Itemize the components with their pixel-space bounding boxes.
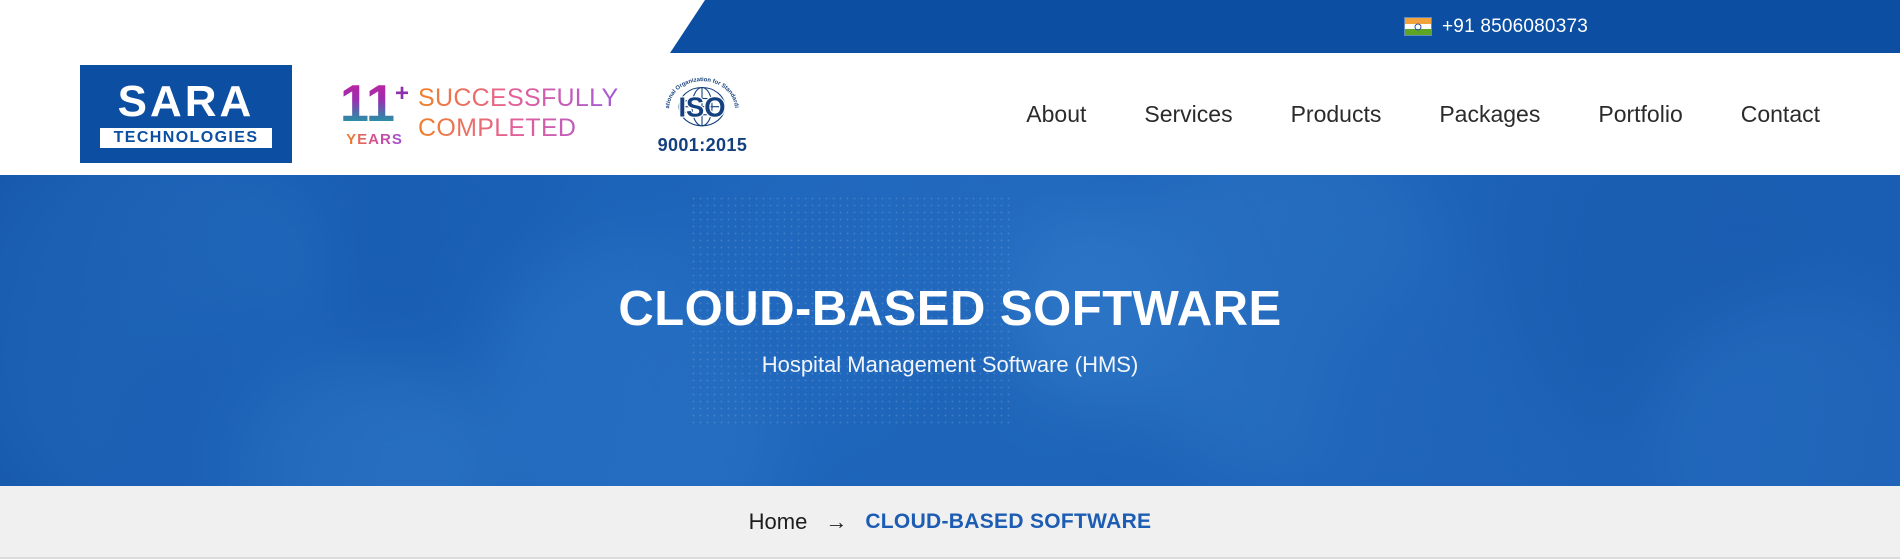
breadcrumb-current-page: CLOUD-BASED SOFTWARE bbox=[865, 509, 1152, 533]
hero-content: CLOUD-BASED SOFTWARE Hospital Management… bbox=[0, 175, 1900, 486]
years-number-block: 11 + YEARS bbox=[340, 74, 409, 149]
primary-navigation: About Services Products Packages Portfol… bbox=[1026, 95, 1900, 134]
page-title: CLOUD-BASED SOFTWARE bbox=[618, 281, 1282, 336]
nav-item-packages[interactable]: Packages bbox=[1439, 95, 1540, 134]
years-completed-badge: 11 + YEARS SUCCESSFULLY COMPLETED bbox=[340, 74, 618, 149]
top-contact-bar: +91 8506080373 bbox=[0, 0, 1900, 53]
breadcrumb-bar: Home → CLOUD-BASED SOFTWARE bbox=[0, 486, 1900, 559]
iso-certification-badge: International Organization for Standardi… bbox=[654, 72, 750, 156]
iso-seal-icon: International Organization for Standardi… bbox=[656, 72, 739, 127]
years-number: 11 bbox=[340, 74, 395, 133]
top-bar-content: +91 8506080373 bbox=[670, 0, 1900, 53]
nav-item-portfolio[interactable]: Portfolio bbox=[1598, 95, 1682, 134]
page-subtitle: Hospital Management Software (HMS) bbox=[761, 352, 1139, 378]
logo-wordmark: SARA bbox=[117, 77, 255, 127]
nav-item-contact[interactable]: Contact bbox=[1741, 95, 1820, 134]
phone-link[interactable]: +91 8506080373 bbox=[1404, 16, 1588, 38]
arrow-right-icon: → bbox=[825, 508, 848, 534]
logo-tagline: TECHNOLOGIES bbox=[113, 129, 259, 147]
nav-item-about[interactable]: About bbox=[1026, 95, 1086, 134]
phone-number: +91 8506080373 bbox=[1442, 15, 1588, 37]
breadcrumb-home-link[interactable]: Home bbox=[749, 509, 808, 535]
years-plus-sign: + bbox=[394, 79, 409, 107]
years-number-row: 11 + bbox=[340, 74, 409, 133]
brand-zone: SARA TECHNOLOGIES 11 + YEARS SUCCESSFULL… bbox=[0, 65, 750, 163]
breadcrumb: Home → CLOUD-BASED SOFTWARE bbox=[749, 509, 1152, 535]
iso-standard-year: 9001:2015 bbox=[657, 135, 748, 155]
nav-item-products[interactable]: Products bbox=[1291, 95, 1382, 134]
svg-text:ISO: ISO bbox=[679, 92, 726, 123]
logo-tagline-box: TECHNOLOGIES bbox=[100, 128, 272, 148]
site-header: SARA TECHNOLOGIES 11 + YEARS SUCCESSFULL… bbox=[0, 53, 1900, 175]
years-label: YEARS bbox=[346, 131, 403, 149]
hero-banner: CLOUD-BASED SOFTWARE Hospital Management… bbox=[0, 175, 1900, 486]
page-root: +91 8506080373 SARA TECHNOLOGIES 11 + YE… bbox=[0, 0, 1900, 559]
years-text-block: SUCCESSFULLY COMPLETED bbox=[418, 84, 618, 144]
sara-logo[interactable]: SARA TECHNOLOGIES bbox=[80, 65, 292, 163]
nav-item-services[interactable]: Services bbox=[1144, 95, 1232, 134]
years-line-1: SUCCESSFULLY bbox=[418, 83, 619, 112]
india-flag-icon bbox=[1404, 17, 1433, 36]
years-line-2: COMPLETED bbox=[418, 114, 618, 144]
